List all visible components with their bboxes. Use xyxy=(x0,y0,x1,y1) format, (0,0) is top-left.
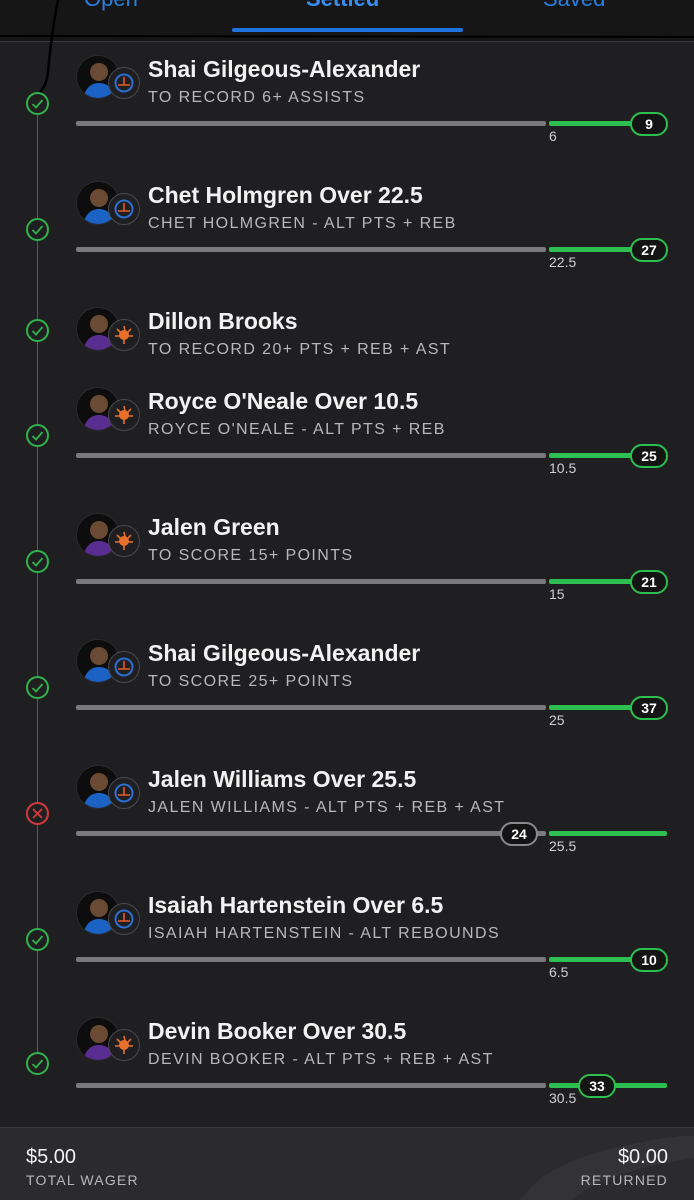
player-avatar-group xyxy=(76,513,140,559)
won-check-icon xyxy=(26,92,49,115)
player-avatar-group xyxy=(76,891,140,937)
won-check-icon xyxy=(26,218,49,241)
progress-tracker: 21 15 xyxy=(0,570,694,616)
line-value: 10.5 xyxy=(549,460,577,476)
result-value-badge: 37 xyxy=(630,696,668,720)
result-value-badge: 24 xyxy=(500,822,538,846)
team-logo-icon xyxy=(108,903,140,935)
progress-bar-track xyxy=(76,831,546,836)
progress-bar-track xyxy=(76,121,546,126)
result-value-badge: 10 xyxy=(630,948,668,972)
result-value-badge: 25 xyxy=(630,444,668,468)
leg-market: TO SCORE 25+ POINTS xyxy=(148,673,354,690)
leg-title: Royce O'Neale Over 10.5 xyxy=(148,388,419,414)
leg-market: CHET HOLMGREN - ALT PTS + REB xyxy=(148,215,457,232)
progress-tracker: 10 6.5 xyxy=(0,948,694,994)
team-logo-icon xyxy=(108,319,140,351)
leg-title: Jalen Williams Over 25.5 xyxy=(148,766,417,792)
line-value: 22.5 xyxy=(549,254,577,270)
leg-title: Dillon Brooks xyxy=(148,308,298,334)
line-value: 15 xyxy=(549,586,565,602)
leg-market: ROYCE O'NEALE - ALT PTS + REB xyxy=(148,421,446,438)
result-value-badge: 21 xyxy=(630,570,668,594)
won-check-icon xyxy=(26,928,49,951)
total-wager-label: TOTAL WAGER xyxy=(26,1172,139,1188)
line-value: 30.5 xyxy=(549,1090,577,1106)
result-value-badge: 33 xyxy=(578,1074,616,1098)
leg-title: Shai Gilgeous-Alexander xyxy=(148,640,421,666)
player-avatar-group xyxy=(76,55,140,101)
leg-title: Jalen Green xyxy=(148,514,280,540)
leg-market: TO RECORD 20+ PTS + REB + AST xyxy=(148,341,452,358)
progress-bar-track xyxy=(76,579,546,584)
player-avatar-group xyxy=(76,765,140,811)
leg-title: Devin Booker Over 30.5 xyxy=(148,1018,407,1044)
won-check-icon xyxy=(26,550,49,573)
progress-tracker: 9 6 xyxy=(0,112,694,158)
bet-summary-footer: $5.00 TOTAL WAGER $0.00 RETURNED xyxy=(0,1127,694,1200)
team-logo-icon xyxy=(108,777,140,809)
player-avatar-group xyxy=(76,307,140,353)
leg-market: ISAIAH HARTENSTEIN - ALT REBOUNDS xyxy=(148,925,501,942)
progress-bar-track xyxy=(76,453,546,458)
team-logo-icon xyxy=(108,651,140,683)
leg-market: TO SCORE 15+ POINTS xyxy=(148,547,354,564)
progress-bar-target-zone xyxy=(549,831,667,836)
progress-tracker: 24 25.5 xyxy=(0,822,694,868)
progress-tracker: 27 22.5 xyxy=(0,238,694,284)
leg-market: TO RECORD 6+ ASSISTS xyxy=(148,89,366,106)
team-logo-icon xyxy=(108,193,140,225)
player-avatar-group xyxy=(76,387,140,433)
progress-bar-track xyxy=(76,1083,546,1088)
won-check-icon xyxy=(26,424,49,447)
team-logo-icon xyxy=(108,525,140,557)
lost-x-icon xyxy=(26,802,49,825)
line-value: 25.5 xyxy=(549,838,577,854)
won-check-icon xyxy=(26,676,49,699)
result-value-badge: 27 xyxy=(630,238,668,262)
leg-market: JALEN WILLIAMS - ALT PTS + REB + AST xyxy=(148,799,506,816)
line-value: 25 xyxy=(549,712,565,728)
leg-market: DEVIN BOOKER - ALT PTS + REB + AST xyxy=(148,1051,494,1068)
bet-details-screen: Open Settled Saved Shai Gilgeous-Alexand… xyxy=(0,0,694,1200)
returned-label: RETURNED xyxy=(580,1172,668,1188)
progress-tracker: 37 25 xyxy=(0,696,694,742)
team-logo-icon xyxy=(108,399,140,431)
player-avatar-group xyxy=(76,639,140,685)
team-logo-icon xyxy=(108,67,140,99)
team-logo-icon xyxy=(108,1029,140,1061)
progress-bar-track xyxy=(76,247,546,252)
total-wager-amount: $5.00 xyxy=(26,1146,77,1168)
progress-bar-track xyxy=(76,705,546,710)
line-value: 6.5 xyxy=(549,964,569,980)
progress-tracker: 25 10.5 xyxy=(0,444,694,490)
line-value: 6 xyxy=(549,128,557,144)
won-check-icon xyxy=(26,319,49,342)
result-value-badge: 9 xyxy=(630,112,668,136)
player-avatar-group xyxy=(76,181,140,227)
player-avatar-group xyxy=(76,1017,140,1063)
progress-tracker: 33 30.5 xyxy=(0,1074,694,1120)
leg-title: Shai Gilgeous-Alexander xyxy=(148,56,421,82)
leg-title: Isaiah Hartenstein Over 6.5 xyxy=(148,892,444,918)
leg-title: Chet Holmgren Over 22.5 xyxy=(148,182,423,208)
returned-amount: $0.00 xyxy=(617,1146,668,1168)
won-check-icon xyxy=(26,1052,49,1075)
progress-bar-track xyxy=(76,957,546,962)
